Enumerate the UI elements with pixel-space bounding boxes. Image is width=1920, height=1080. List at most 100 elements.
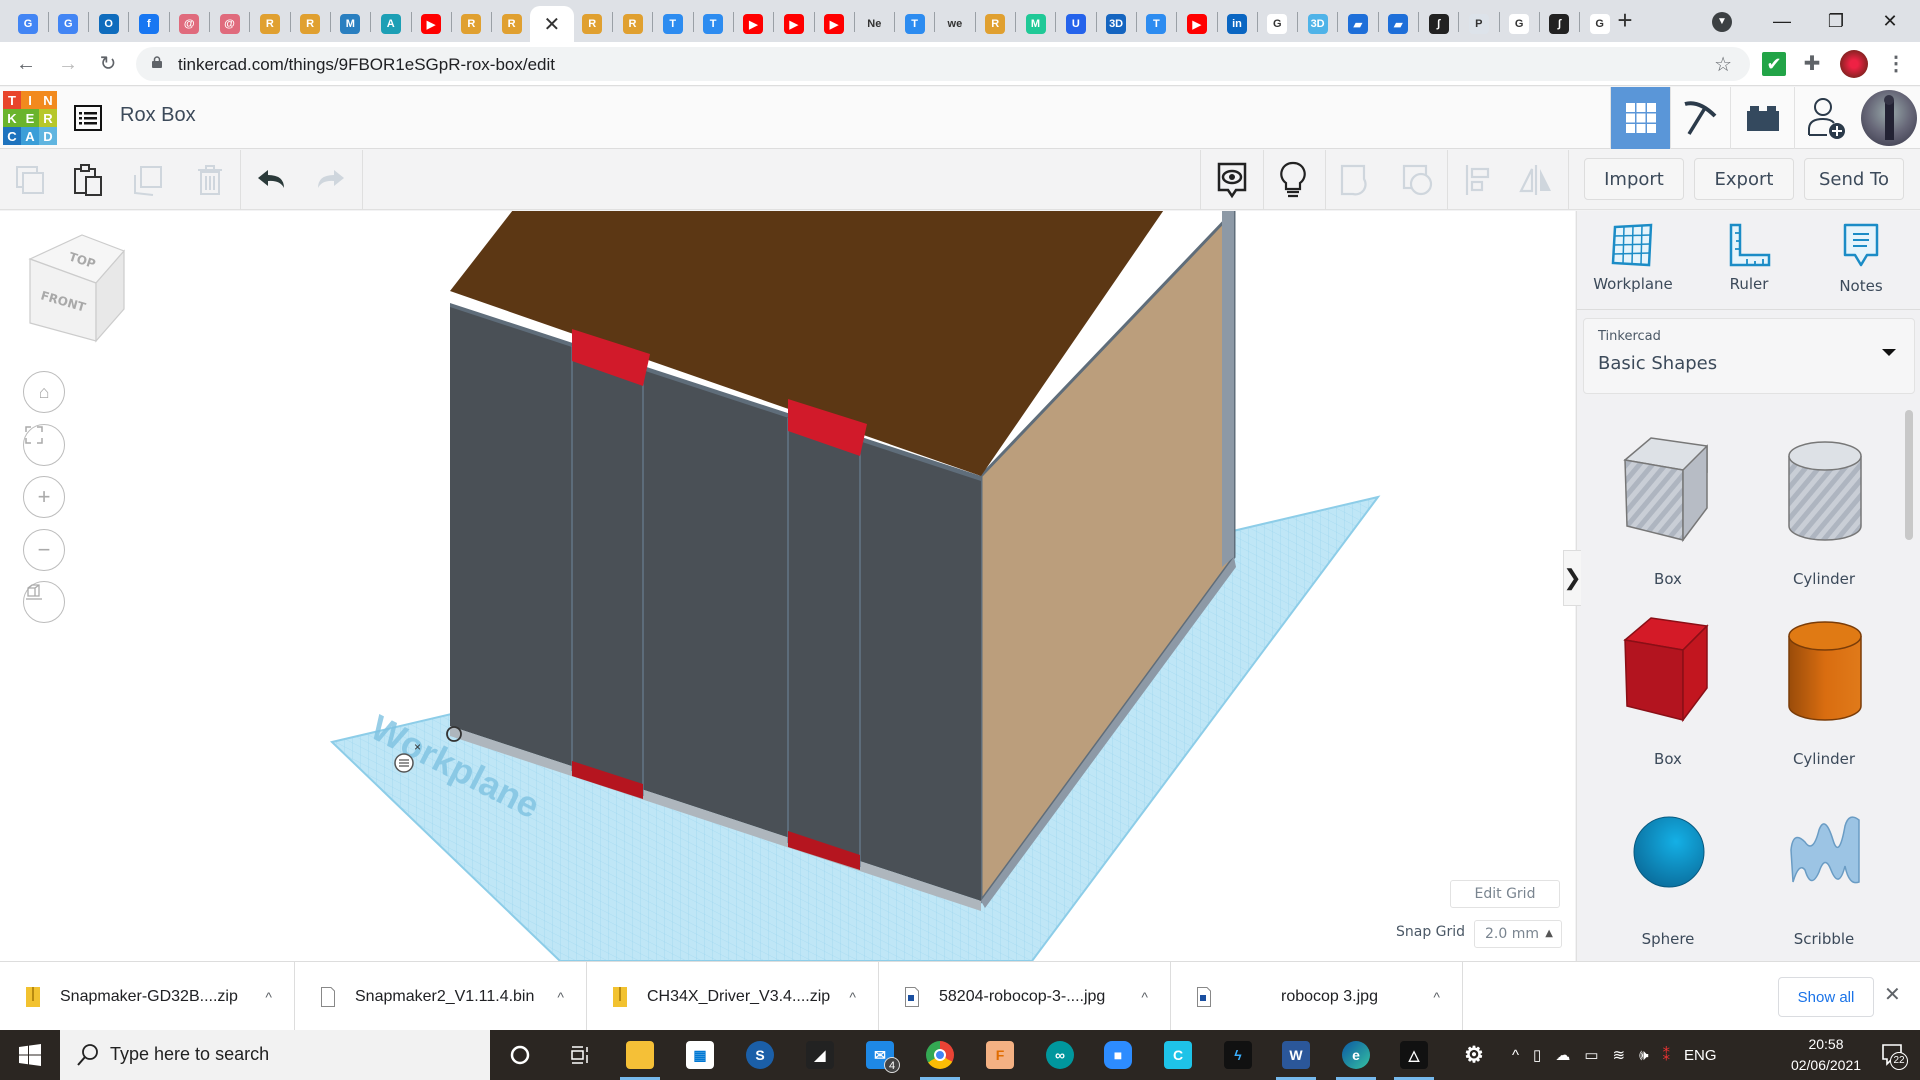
notes-tool-button[interactable]: Notes <box>1811 223 1911 303</box>
zoom-in-button[interactable]: + <box>23 476 65 518</box>
browser-tab[interactable]: G <box>48 6 88 42</box>
ruler-tool-button[interactable]: Ruler <box>1699 223 1799 303</box>
lego-view-button[interactable] <box>1730 87 1794 149</box>
onedrive-icon[interactable]: ☁ <box>1555 1046 1570 1064</box>
perspective-toggle-button[interactable] <box>23 581 65 623</box>
reload-button[interactable]: ↻ <box>92 48 124 80</box>
fit-view-button[interactable] <box>23 424 65 466</box>
snap-grid-select[interactable]: 2.0 mm ▲ <box>1474 920 1562 948</box>
back-button[interactable]: ← <box>10 48 42 80</box>
browser-tab[interactable]: ▰ <box>1378 6 1418 42</box>
taskbar-arduino[interactable]: ∞ <box>1040 1035 1080 1075</box>
taskbar-word[interactable]: W <box>1276 1035 1316 1080</box>
clock[interactable]: 20:58 02/06/2021 <box>1790 1034 1862 1076</box>
forward-button[interactable]: → <box>52 48 84 80</box>
taskbar-steam[interactable]: S <box>740 1035 780 1075</box>
browser-tab[interactable]: ▶ <box>411 6 451 42</box>
browser-tab[interactable]: M <box>1016 6 1056 42</box>
browser-tab[interactable]: f <box>129 6 169 42</box>
minimize-button[interactable]: — <box>1754 4 1810 38</box>
download-item[interactable]: 58204-robocop-3-....jpg ^ <box>879 962 1171 1031</box>
shape-cylinder[interactable]: Cylinder <box>1749 610 1899 780</box>
battery-icon[interactable]: ▭ <box>1584 1046 1598 1064</box>
taskbar-mail[interactable]: ✉ 4 <box>860 1035 900 1075</box>
shape-library-dropdown[interactable]: Tinkercad Basic Shapes <box>1583 318 1915 394</box>
send-to-button[interactable]: Send To <box>1804 158 1904 200</box>
group-button[interactable] <box>1336 160 1376 200</box>
design-list-icon[interactable] <box>74 105 102 131</box>
taskbar-lightning-app[interactable]: ϟ <box>1218 1035 1258 1075</box>
new-tab-button[interactable]: + <box>1610 6 1640 36</box>
task-view-button[interactable] <box>560 1035 600 1075</box>
volume-icon[interactable]: 🕪 <box>1639 1047 1648 1064</box>
duplicate-button[interactable] <box>128 160 168 200</box>
paste-button[interactable] <box>68 160 108 200</box>
browser-tab[interactable]: R <box>250 6 290 42</box>
chevron-up-icon[interactable]: ^ <box>1141 989 1148 1005</box>
show-hidden-icons-icon[interactable]: ^ <box>1512 1047 1519 1064</box>
browser-tab[interactable]: ▶ <box>814 6 854 42</box>
undo-button[interactable] <box>252 160 292 200</box>
taskbar-edge[interactable]: e <box>1336 1035 1376 1080</box>
taskbar-settings[interactable]: ⚙ <box>1454 1035 1494 1075</box>
browser-tab[interactable]: ∫ <box>1419 6 1459 42</box>
show-all-downloads-button[interactable]: Show all <box>1778 977 1874 1017</box>
download-item[interactable]: CH34X_Driver_V3.4....zip ^ <box>587 962 879 1031</box>
browser-tab[interactable]: ▶ <box>733 6 773 42</box>
extensions-puzzle-icon[interactable]: ✚ <box>1800 52 1824 76</box>
chevron-up-icon[interactable]: ^ <box>265 989 272 1005</box>
design-title[interactable]: Rox Box <box>120 104 196 127</box>
download-item[interactable]: Snapmaker-GD32B....zip ^ <box>0 962 295 1031</box>
wifi-icon[interactable]: ≋ <box>1613 1046 1626 1064</box>
browser-tab[interactable]: U <box>1056 6 1096 42</box>
notification-app-icon[interactable]: ⁑ <box>1663 1046 1671 1064</box>
browser-tab[interactable]: R <box>451 6 491 42</box>
browser-tab[interactable]: G <box>1499 6 1539 42</box>
browser-tab[interactable]: O <box>89 6 129 42</box>
close-downloads-icon[interactable]: ✕ <box>1884 982 1901 1007</box>
shape-panel-scrollbar[interactable] <box>1905 410 1913 540</box>
show-all-button[interactable] <box>1212 160 1252 200</box>
browser-tab[interactable]: Ne <box>854 6 894 42</box>
chevron-up-icon[interactable]: ^ <box>557 989 564 1005</box>
close-window-button[interactable]: ✕ <box>1862 4 1918 38</box>
browser-tab[interactable]: ▰ <box>1338 6 1378 42</box>
taskbar-store[interactable]: ▦ <box>680 1035 720 1075</box>
maximize-button[interactable]: ❐ <box>1808 4 1864 38</box>
copy-button[interactable] <box>10 160 50 200</box>
close-icon[interactable]: ✕ <box>542 14 562 36</box>
browser-tab[interactable]: T <box>653 6 693 42</box>
browser-tab[interactable]: T <box>693 6 733 42</box>
browser-tab[interactable]: G <box>8 6 48 42</box>
export-button[interactable]: Export <box>1694 158 1794 200</box>
browser-tab[interactable]: R <box>290 6 330 42</box>
taskbar-c-app[interactable]: C <box>1158 1035 1198 1075</box>
checkmark-extension-icon[interactable]: ✔ <box>1762 52 1786 76</box>
browser-tab[interactable]: in <box>1217 6 1257 42</box>
chevron-up-icon[interactable]: ^ <box>1433 989 1440 1005</box>
start-button[interactable] <box>0 1030 60 1080</box>
3d-design-view-button[interactable] <box>1610 87 1670 149</box>
browser-tab[interactable]: ▶ <box>774 6 814 42</box>
action-center-button[interactable]: 22 <box>1880 1042 1908 1070</box>
browser-tab[interactable]: ∫ <box>1539 6 1579 42</box>
home-view-button[interactable]: ⌂ <box>23 371 65 413</box>
invite-user-button[interactable] <box>1794 87 1858 149</box>
download-item[interactable]: Snapmaker2_V1.11.4.bin ^ <box>295 962 587 1031</box>
shape-scribble[interactable]: Scribble <box>1749 790 1899 960</box>
bookmark-star-icon[interactable]: ☆ <box>1714 52 1732 77</box>
taskbar-predator[interactable]: ◢ <box>800 1035 840 1075</box>
cortana-button[interactable] <box>500 1035 540 1075</box>
language-indicator[interactable]: ENG <box>1684 1047 1717 1064</box>
edit-grid-button[interactable]: Edit Grid <box>1450 880 1560 908</box>
view-cube[interactable]: TOP FRONT <box>22 229 132 349</box>
mirror-button[interactable] <box>1516 160 1556 200</box>
tab-search-icon[interactable]: ▼ <box>1712 12 1732 32</box>
address-bar[interactable]: tinkercad.com/things/9FBOR1eSGpR-rox-box… <box>136 47 1750 81</box>
hints-button[interactable] <box>1273 160 1313 200</box>
align-button[interactable] <box>1458 160 1498 200</box>
workplane-tool-button[interactable]: Workplane <box>1583 223 1683 303</box>
browser-tab[interactable]: R <box>613 6 653 42</box>
browser-tab[interactable]: R <box>492 6 532 42</box>
user-avatar[interactable] <box>1861 90 1917 146</box>
